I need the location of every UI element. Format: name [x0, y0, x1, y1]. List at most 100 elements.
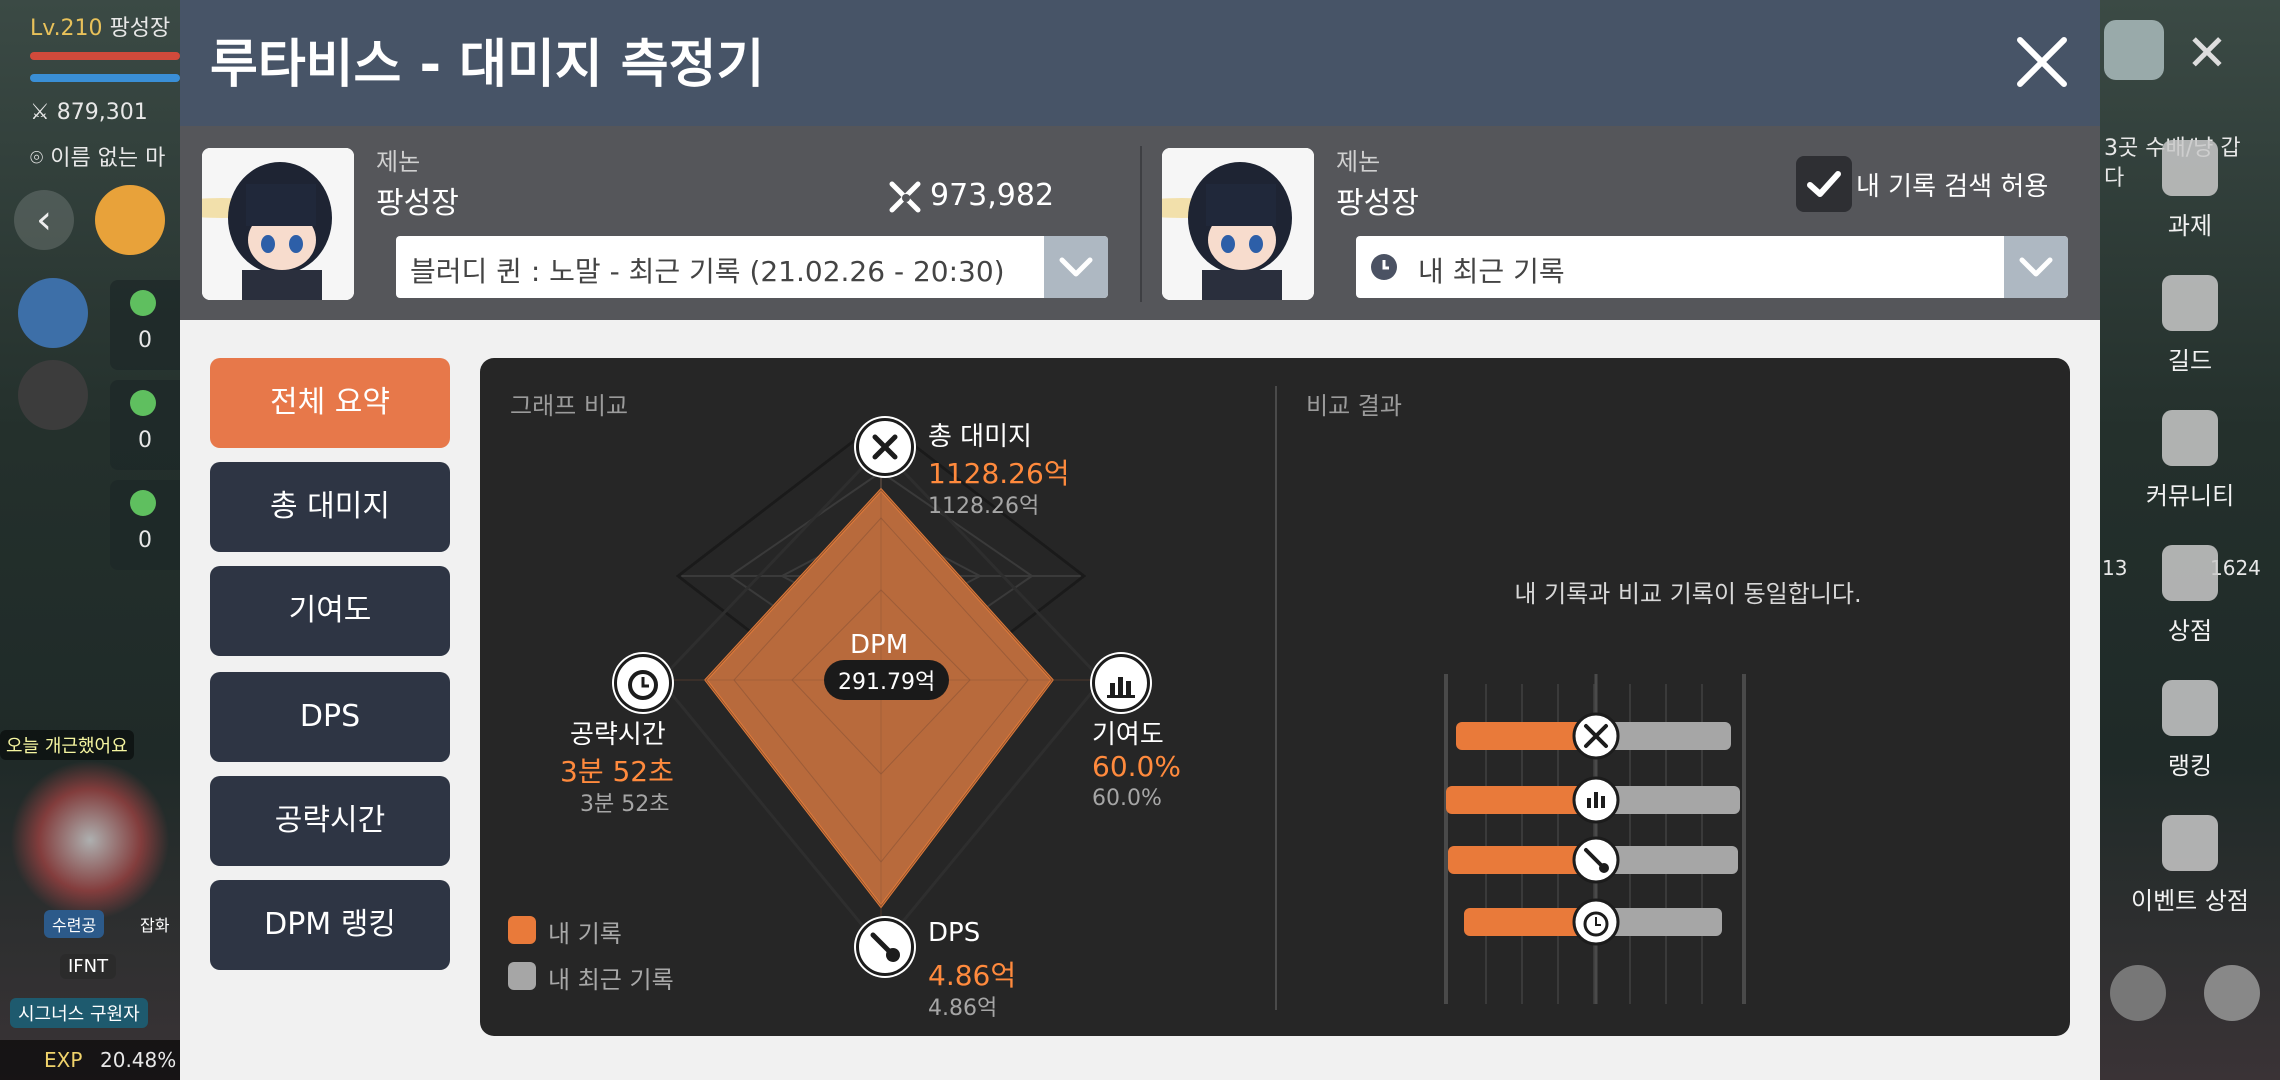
location-icon: ⌾ — [30, 146, 44, 171]
legend-other-label: 내 최근 기록 — [548, 966, 674, 994]
exp-label: EXP — [44, 1048, 83, 1072]
right-job: 제논 — [1336, 148, 1381, 176]
menu-shop[interactable]: 상점 — [2100, 545, 2280, 646]
chevron-down-icon — [1044, 236, 1108, 298]
tab-dpm-ranking[interactable]: DPM 랭킹 — [210, 880, 450, 970]
stopwatch-icon — [1572, 898, 1620, 946]
menu-event-shop[interactable]: 이벤트 상점 — [2100, 815, 2280, 916]
player-level: Lv.210 — [30, 16, 103, 41]
gear-icon[interactable] — [2204, 965, 2260, 1021]
stat-dps-label: DPS — [928, 918, 981, 948]
character-portrait-icon — [202, 148, 354, 300]
sword-clock-icon — [856, 918, 914, 976]
handshake-icon[interactable] — [18, 360, 88, 430]
menu-ranking[interactable]: 랭킹 — [2100, 680, 2280, 781]
tag-badge: 잡화 — [140, 916, 170, 935]
status-dot-icon — [130, 490, 156, 516]
character-menu-icon[interactable] — [2104, 20, 2164, 80]
sword-clock-icon — [1572, 836, 1620, 884]
status-dot-icon — [130, 390, 156, 416]
right-record-value: 내 최근 기록 — [1418, 255, 1565, 288]
close-icon — [2017, 37, 2067, 87]
player-power: 879,301 — [56, 100, 148, 125]
alarm-clock-icon[interactable] — [95, 185, 165, 255]
menu-label: 길드 — [2167, 347, 2213, 375]
right-name: 팡성장 — [1336, 186, 1419, 221]
stat-total-damage-mine: 1128.26억 — [928, 457, 1070, 490]
stat-dps-mine: 4.86억 — [928, 959, 1017, 992]
bar-chart-icon — [1092, 654, 1150, 712]
menu-label: 커뮤니티 — [2145, 482, 2235, 510]
power-icon: ⚔ — [30, 100, 50, 125]
section-divider — [1275, 386, 1277, 1010]
guild-icon — [2162, 275, 2218, 331]
character-sprite — [10, 760, 170, 920]
tab-contribution[interactable]: 기여도 — [210, 566, 450, 656]
menu-close-icon[interactable]: ✕ — [2186, 24, 2228, 82]
party-count: 0 — [138, 528, 152, 553]
bar-chart-icon — [1572, 776, 1620, 824]
left-record-value: 블러디 퀸 : 노말 - 최근 기록 (21.02.26 - 20:30) — [410, 255, 1005, 288]
scroll-icon[interactable] — [18, 278, 88, 348]
right-hud: ✕ 3곳 수배/냥 갑 다 과제 길드 커뮤니티 13 1624 상점 랭킹 이… — [2100, 0, 2280, 1080]
title-badge: 시그너스 구원자 — [10, 998, 148, 1028]
legend-mine-swatch — [508, 916, 536, 944]
divider — [1140, 146, 1142, 302]
hp-bar — [30, 52, 180, 60]
character-portrait-icon — [1162, 148, 1314, 300]
back-arrow-icon[interactable]: ‹ — [14, 190, 74, 250]
location-name: 이름 없는 마 — [50, 146, 166, 171]
party-count: 0 — [138, 328, 152, 353]
stat-clear-time-other: 3분 52초 — [580, 792, 670, 817]
guild-tag: IFNT — [60, 954, 117, 979]
party-count: 0 — [138, 428, 152, 453]
stat-dps-other: 4.86억 — [928, 996, 998, 1021]
chevron-down-icon — [2004, 236, 2068, 298]
stat-total-damage-other: 1128.26억 — [928, 494, 1040, 519]
comparison-bars — [1444, 674, 1746, 1004]
player-name: 팡성장 — [109, 16, 171, 41]
right-record-select[interactable]: 내 최근 기록 — [1356, 236, 2068, 298]
exp-bar: EXP 20.48% — [0, 1040, 180, 1080]
tab-summary[interactable]: 전체 요약 — [210, 358, 450, 448]
task-icon — [2162, 140, 2218, 196]
menu-community[interactable]: 커뮤니티 — [2100, 410, 2280, 511]
allow-search-checkbox[interactable] — [1796, 156, 1852, 212]
damage-meter-dialog: 루타비스 - 대미지 측정기 제논 팡성장 973,982 블러디 퀸: 노말… — [180, 0, 2100, 1080]
stat-clear-time-mine: 3분 52초 — [560, 755, 674, 788]
left-job: 제논 — [376, 148, 421, 176]
left-record-select[interactable]: 블러디 퀸 : 노말 - 최근 기록 (21.02.26 - 20:30) — [396, 236, 1108, 298]
tab-clear-time[interactable]: 공략시간 — [210, 776, 450, 866]
crossed-swords-icon — [888, 180, 924, 216]
profile-header: 제논 팡성장 973,982 블러디 퀸 : 노말 - 최근 기록 (21.02… — [180, 126, 2100, 320]
close-button[interactable] — [2010, 30, 2074, 94]
dpm-value: 291.79억 — [824, 660, 950, 700]
menu-guild[interactable]: 길드 — [2100, 275, 2280, 376]
menu-label: 이벤트 상점 — [2130, 887, 2250, 915]
avatar — [1162, 148, 1314, 300]
result-section-title: 비교 결과 — [1306, 392, 1402, 420]
allow-search-label: 내 기록 검색 허용 — [1856, 172, 2049, 202]
ranking-icon — [2162, 680, 2218, 736]
menu-label: 과제 — [2167, 212, 2213, 240]
checkmark-icon — [1807, 171, 1841, 197]
menu-task[interactable]: 과제 — [2100, 140, 2280, 241]
exp-value: 20.48% — [100, 1048, 177, 1072]
mp-bar — [30, 74, 180, 82]
clock-icon — [1370, 253, 1398, 281]
tag-badge: 수련공 — [44, 910, 105, 938]
tab-total-damage[interactable]: 총 대미지 — [210, 462, 450, 552]
dpm-label: DPM — [850, 630, 909, 660]
stat-contribution-label: 기여도 — [1092, 720, 1164, 750]
legend-mine-label: 내 기록 — [548, 920, 622, 948]
stat-contribution-mine: 60.0% — [1092, 750, 1181, 783]
stat-contribution-other: 60.0% — [1092, 786, 1162, 811]
refresh-icon[interactable] — [2110, 965, 2166, 1021]
community-icon — [2162, 410, 2218, 466]
legend-other-swatch — [508, 962, 536, 990]
menu-label: 랭킹 — [2167, 752, 2213, 780]
summary-panel: 그래프 비교 비교 결과 DPM 291.79억 총 대미지 1128.26억 … — [480, 358, 2070, 1036]
tab-dps[interactable]: DPS — [210, 672, 450, 762]
menu-label: 상점 — [2167, 617, 2213, 645]
avatar — [202, 148, 354, 300]
